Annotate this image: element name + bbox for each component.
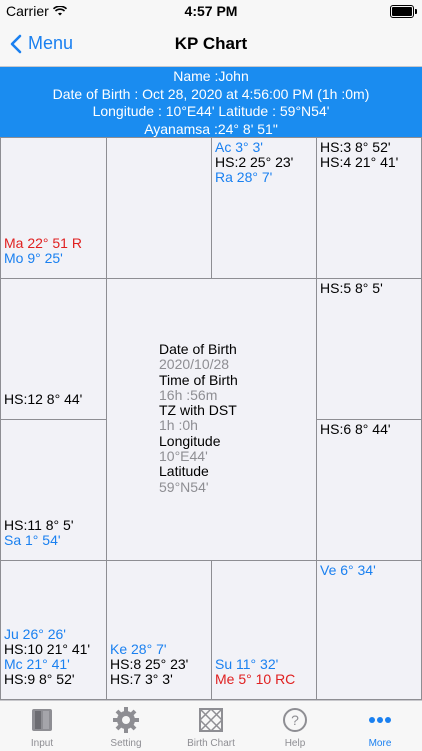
house-cell-10[interactable]: HS:11 8° 5' Sa 1° 54': [0, 419, 107, 561]
battery-icon: [390, 5, 417, 18]
house-cell-5[interactable]: HS:5 8° 5': [316, 278, 422, 420]
house-entry: Ju 26° 26': [4, 626, 66, 642]
house-cell-6[interactable]: HS:6 8° 44': [316, 419, 422, 561]
house-entry: HS:9 8° 52': [4, 671, 75, 687]
house-cell-3[interactable]: HS:3 8° 52' HS:4 21° 41': [316, 137, 422, 279]
latitude-label: Latitude: [159, 463, 209, 480]
house-entry: Su 11° 32': [215, 656, 279, 672]
tz-value: 1h :0h: [159, 417, 198, 434]
house-cell-7b[interactable]: Su 11° 32' Me 5° 10 RC: [211, 560, 317, 700]
house-entry: HS:8 25° 23': [110, 656, 189, 672]
longitude-label: Longitude: [159, 432, 221, 449]
house-cell-2[interactable]: Ac 3° 3' HS:2 25° 23' Ra 28° 7': [211, 137, 317, 279]
house-entry: Ra 28° 7': [215, 169, 273, 185]
tob-label: Time of Birth: [159, 371, 238, 388]
gear-icon: [113, 707, 139, 733]
tab-birth-chart[interactable]: Birth Chart: [169, 701, 253, 751]
dob-line: Date of Birth : Oct 28, 2020 at 4:56:00 …: [52, 85, 370, 102]
book-icon: [32, 709, 52, 731]
house-cell-7[interactable]: Ve 6° 34': [316, 560, 422, 700]
house-entry: HS:10 21° 41': [4, 641, 91, 657]
house-entry: HS:5 8° 5': [320, 280, 383, 296]
tab-input[interactable]: Input: [0, 701, 84, 751]
latitude-value: 59°N54': [159, 478, 209, 495]
tab-label: Input: [30, 738, 54, 749]
house-entry: HS:2 25° 23': [215, 154, 294, 170]
house-cell-9[interactable]: Ju 26° 26' HS:10 21° 41' Mc 21° 41' HS:9 8°…: [0, 560, 107, 700]
dob-value: 2020/10/28: [159, 356, 230, 373]
tab-label: More: [368, 738, 392, 749]
svg-text:?: ?: [291, 712, 299, 728]
tob-value: 16h :56m: [159, 386, 218, 403]
house-cell-1[interactable]: [106, 137, 212, 279]
more-icon: [369, 717, 391, 723]
tab-bar: Input Setting Birth Chart ? Help More: [0, 700, 422, 751]
house-cell-8[interactable]: Ke 28° 7' HS:8 25° 23' HS:7 3° 3': [106, 560, 212, 700]
birth-summary: Date of Birth 2020/10/28 Time of Birth 1…: [159, 341, 238, 495]
help-icon: ?: [283, 708, 307, 732]
status-time: 4:57 PM: [184, 3, 238, 19]
house-entry: HS:4 21° 41': [320, 154, 399, 170]
chart-grid-icon: [198, 707, 224, 733]
house-entry: Ac 3° 3': [215, 139, 263, 155]
status-bar: Carrier 4:57 PM: [0, 0, 422, 22]
house-entry: Ve 6° 34': [320, 562, 376, 578]
house-entry: Me 5° 10 RC: [215, 671, 296, 687]
dob-label: Date of Birth: [159, 341, 237, 357]
tab-label: Help: [284, 738, 306, 749]
house-entry: HS:12 8° 44': [4, 391, 83, 407]
tab-label: Setting: [110, 738, 142, 749]
tab-more[interactable]: More: [338, 701, 422, 751]
house-cell-11[interactable]: HS:12 8° 44': [0, 278, 107, 420]
kp-chart-grid: Ma 22° 51 R Mo 9° 25' Ac 3° 3' HS:2 25° 23…: [0, 137, 422, 700]
house-entry: Mo 9° 25': [4, 250, 63, 266]
house-cell-12[interactable]: Ma 22° 51 R Mo 9° 25': [0, 137, 107, 279]
house-entry: HS:11 8° 5': [4, 517, 74, 533]
house-entry: Sa 1° 54': [4, 532, 61, 548]
tab-setting[interactable]: Setting: [84, 701, 168, 751]
house-entry: HS:3 8° 52': [320, 139, 391, 155]
name-line: Name :John: [173, 68, 249, 84]
house-entry: HS:6 8° 44': [320, 421, 391, 437]
birth-details-header: Name :John Date of Birth : Oct 28, 2020 …: [0, 67, 422, 137]
navigation-bar: Menu KP Chart: [0, 22, 422, 67]
coordinates-line: Longitude : 10°E44' Latitude : 59°N54': [92, 103, 330, 119]
house-entry: Mc 21° 41': [4, 656, 70, 672]
house-entry: HS:7 3° 3': [110, 671, 173, 687]
house-entry: Ke 28° 7': [110, 641, 167, 657]
longitude-value: 10°E44': [159, 448, 208, 465]
page-title: KP Chart: [174, 34, 248, 53]
tab-label: Birth Chart: [187, 738, 235, 749]
tab-help[interactable]: ? Help: [253, 701, 337, 751]
ayanamsa-line: Ayanamsa :24° 8' 51": [144, 120, 278, 137]
house-entry: Ma 22° 51 R: [4, 235, 82, 251]
tz-label: TZ with DST: [159, 402, 237, 419]
